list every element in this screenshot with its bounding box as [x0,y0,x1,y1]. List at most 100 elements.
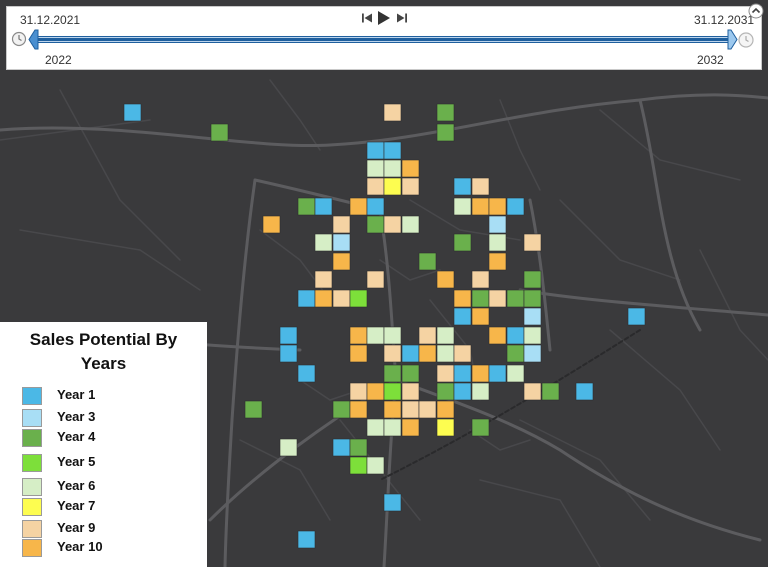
sales-cell-year-9[interactable] [349,382,368,401]
sales-cell-year-9[interactable] [314,270,333,289]
sales-cell-year-4[interactable] [244,400,263,419]
chevron-up-icon[interactable] [748,3,764,19]
sales-cell-year-5[interactable] [349,289,368,308]
sales-cell-year-1[interactable] [123,103,142,122]
sales-cell-year-4[interactable] [436,123,455,142]
sales-cell-year-10[interactable] [349,197,368,216]
sales-cell-year-9[interactable] [366,177,385,196]
sales-cell-year-6[interactable] [383,418,402,437]
sales-cell-year-3[interactable] [332,233,351,252]
sales-cell-year-9[interactable] [401,382,420,401]
sales-cell-year-1[interactable] [297,364,316,383]
sales-cell-year-7[interactable] [383,177,402,196]
sales-cell-year-9[interactable] [418,326,437,345]
play-icon[interactable] [377,10,391,26]
sales-cell-year-9[interactable] [383,344,402,363]
sales-cell-year-10[interactable] [488,197,507,216]
sales-cell-year-9[interactable] [471,177,490,196]
sales-cell-year-4[interactable] [523,270,542,289]
sales-cell-year-1[interactable] [453,307,472,326]
sales-cell-year-10[interactable] [332,252,351,271]
sales-cell-year-6[interactable] [436,344,455,363]
sales-cell-year-10[interactable] [471,364,490,383]
sales-cell-year-1[interactable] [383,493,402,512]
sales-cell-year-4[interactable] [332,400,351,419]
sales-cell-year-4[interactable] [436,103,455,122]
sales-cell-year-6[interactable] [366,456,385,475]
sales-cell-year-6[interactable] [506,364,525,383]
sales-cell-year-1[interactable] [366,141,385,160]
sales-cell-year-10[interactable] [436,270,455,289]
sales-cell-year-4[interactable] [471,289,490,308]
sales-cell-year-1[interactable] [453,364,472,383]
sales-cell-year-4[interactable] [210,123,229,142]
sales-cell-year-10[interactable] [349,400,368,419]
sales-cell-year-6[interactable] [436,326,455,345]
sales-cell-year-1[interactable] [366,197,385,216]
sales-cell-year-5[interactable] [383,382,402,401]
skip-forward-icon[interactable] [396,12,408,24]
sales-cell-year-1[interactable] [627,307,646,326]
sales-cell-year-9[interactable] [471,270,490,289]
sales-cell-year-1[interactable] [453,382,472,401]
sales-cell-year-1[interactable] [297,289,316,308]
sales-cell-year-1[interactable] [332,438,351,457]
sales-cell-year-9[interactable] [401,400,420,419]
sales-cell-year-4[interactable] [506,289,525,308]
sales-cell-year-6[interactable] [383,159,402,178]
end-handle[interactable] [727,29,738,50]
sales-cell-year-7[interactable] [436,418,455,437]
sales-cell-year-10[interactable] [418,344,437,363]
sales-cell-year-4[interactable] [366,215,385,234]
sales-cell-year-4[interactable] [453,233,472,252]
sales-cell-year-10[interactable] [349,326,368,345]
sales-cell-year-9[interactable] [332,215,351,234]
sales-cell-year-6[interactable] [471,382,490,401]
sales-cell-year-10[interactable] [488,326,507,345]
clock-settings-icon[interactable] [737,31,755,49]
sales-cell-year-9[interactable] [383,103,402,122]
sales-cell-year-10[interactable] [314,289,333,308]
sales-cell-year-9[interactable] [332,289,351,308]
sales-cell-year-4[interactable] [418,252,437,271]
sales-cell-year-9[interactable] [488,289,507,308]
sales-cell-year-10[interactable] [401,418,420,437]
sales-cell-year-1[interactable] [279,326,298,345]
sales-cell-year-6[interactable] [314,233,333,252]
sales-cell-year-6[interactable] [279,438,298,457]
sales-cell-year-9[interactable] [523,382,542,401]
start-handle[interactable] [28,29,39,50]
sales-cell-year-6[interactable] [383,326,402,345]
sales-cell-year-1[interactable] [297,530,316,549]
sales-cell-year-4[interactable] [436,382,455,401]
sales-cell-year-1[interactable] [506,326,525,345]
sales-cell-year-1[interactable] [279,344,298,363]
sales-cell-year-6[interactable] [401,215,420,234]
sales-cell-year-5[interactable] [349,456,368,475]
sales-cell-year-4[interactable] [506,344,525,363]
sales-cell-year-6[interactable] [488,233,507,252]
sales-cell-year-6[interactable] [366,159,385,178]
sales-cell-year-6[interactable] [366,418,385,437]
sales-cell-year-10[interactable] [488,252,507,271]
sales-cell-year-10[interactable] [436,400,455,419]
sales-cell-year-10[interactable] [349,344,368,363]
sales-cell-year-4[interactable] [523,289,542,308]
sales-cell-year-3[interactable] [523,307,542,326]
sales-cell-year-9[interactable] [366,270,385,289]
sales-cell-year-10[interactable] [401,159,420,178]
sales-cell-year-6[interactable] [366,326,385,345]
sales-cell-year-6[interactable] [523,326,542,345]
sales-cell-year-10[interactable] [453,289,472,308]
sales-cell-year-4[interactable] [383,364,402,383]
sales-cell-year-3[interactable] [488,215,507,234]
skip-back-icon[interactable] [361,12,373,24]
sales-cell-year-1[interactable] [383,141,402,160]
sales-cell-year-1[interactable] [506,197,525,216]
sales-cell-year-4[interactable] [297,197,316,216]
sales-cell-year-1[interactable] [575,382,594,401]
sales-cell-year-4[interactable] [401,364,420,383]
sales-cell-year-9[interactable] [523,233,542,252]
sales-cell-year-9[interactable] [453,344,472,363]
sales-cell-year-1[interactable] [488,364,507,383]
